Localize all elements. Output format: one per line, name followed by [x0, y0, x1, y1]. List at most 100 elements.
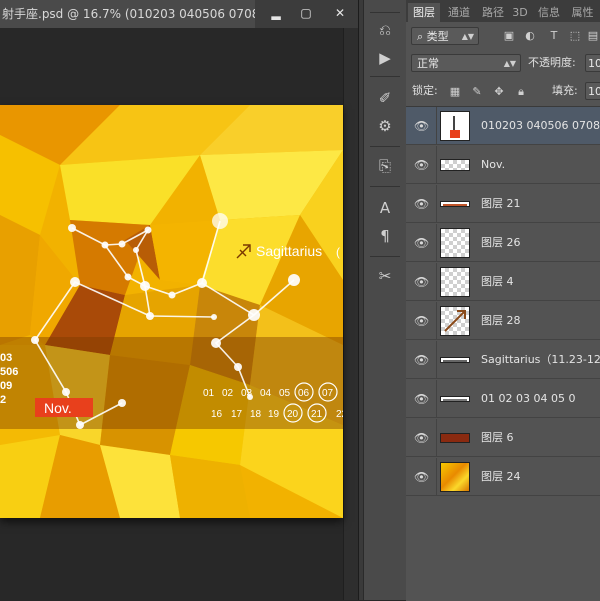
tab-3d[interactable]: 3D: [510, 3, 530, 22]
layer-row[interactable]: 👁︎ 图层 26: [406, 224, 600, 262]
toolbar-divider: [370, 76, 400, 77]
filter-row: ⌕ 类型 ▲▼ ▣ ◐ T ⬚ ▤: [406, 24, 600, 48]
document-tab[interactable]: 射手座.psd @ 16.7% (010203 040506 0708...: [0, 0, 257, 28]
layer-row[interactable]: 👁︎ Nov.: [406, 146, 600, 184]
opacity-label: 不透明度:: [528, 56, 576, 69]
date-cell: 21: [311, 409, 323, 420]
date-cell: 17: [231, 409, 243, 420]
blend-mode-select[interactable]: 正常 ▲▼: [411, 54, 521, 72]
date-cell: 07: [322, 388, 334, 399]
date-cell: 03: [241, 388, 253, 399]
date-cell: 19: [268, 409, 280, 420]
play-icon[interactable]: ▶: [375, 48, 395, 68]
visibility-eye-icon[interactable]: 👁︎: [414, 158, 429, 172]
side-number: 2: [0, 394, 6, 406]
layer-row[interactable]: 👁︎ 图层 28: [406, 302, 600, 340]
layer-thumbnail: [440, 357, 470, 363]
adjustment-filter-icon[interactable]: ◐: [523, 29, 537, 43]
layer-thumbnail: [440, 433, 470, 443]
layer-row[interactable]: 👁︎ 010203 040506 070809 1: [406, 107, 600, 145]
clone-source-icon[interactable]: ⎘: [375, 156, 395, 176]
layer-thumbnail: [440, 201, 470, 207]
layer-row[interactable]: 👁︎ 图层 4: [406, 263, 600, 301]
month-badge-label: Nov.: [44, 400, 72, 416]
date-cell: 04: [260, 388, 272, 399]
tools-icon[interactable]: ✂: [375, 266, 395, 286]
lock-position-icon[interactable]: ✥: [492, 85, 506, 99]
type-filter-icon[interactable]: T: [547, 29, 561, 43]
image-filter-icon[interactable]: ▣: [502, 29, 516, 43]
filter-kind-value: 类型: [426, 30, 449, 43]
side-number: 03: [0, 352, 12, 364]
layer-row[interactable]: 👁︎ 图层 21: [406, 185, 600, 223]
visibility-eye-icon[interactable]: 👁︎: [414, 119, 429, 133]
layer-name: Sagittarius（11.23-12.2: [481, 353, 600, 366]
lock-image-icon[interactable]: ✎: [470, 85, 484, 99]
lock-label: 锁定:: [412, 84, 438, 97]
visibility-eye-icon[interactable]: 👁︎: [414, 392, 429, 406]
close-button[interactable]: ✕: [327, 3, 353, 23]
visibility-eye-icon[interactable]: 👁︎: [414, 197, 429, 211]
layers-panel: 图层 通道 路径 3D 信息 属性 ⌕ 类型 ▲▼ ▣ ◐ T ⬚ ▤ 正常 ▲▼ …: [406, 0, 600, 601]
sign-suffix: (: [336, 245, 340, 259]
date-cell: 01: [203, 388, 215, 399]
smart-object-filter-icon[interactable]: ▤: [586, 29, 600, 43]
maximize-button[interactable]: ▢: [293, 3, 319, 23]
layer-thumbnail: [440, 111, 470, 141]
toolbar-divider: [370, 12, 400, 13]
tab-info[interactable]: 信息: [534, 3, 564, 22]
filter-kind-select[interactable]: ⌕ 类型 ▲▼: [411, 27, 479, 45]
visibility-eye-icon[interactable]: 👁︎: [414, 353, 429, 367]
layer-name: 图层 6: [481, 431, 514, 444]
layer-name: 图层 4: [481, 275, 514, 288]
fill-label: 填充:: [552, 84, 578, 97]
visibility-eye-icon[interactable]: 👁︎: [414, 470, 429, 484]
layer-name: 010203 040506 070809 1: [481, 119, 600, 132]
date-cell: 05: [279, 388, 291, 399]
date-cell: 06: [298, 388, 310, 399]
history-icon[interactable]: ⎌: [375, 20, 395, 40]
vertical-scrollbar[interactable]: [343, 28, 358, 600]
blend-row: 正常 ▲▼ 不透明度: 10: [406, 52, 600, 74]
tab-properties[interactable]: 属性: [567, 3, 598, 22]
tool-presets-icon[interactable]: ⚙: [375, 116, 395, 136]
layers-list: 👁︎ 010203 040506 070809 1 👁︎ Nov. 👁︎ 图层 …: [406, 106, 600, 601]
visibility-eye-icon[interactable]: 👁︎: [414, 314, 429, 328]
lock-transparent-icon[interactable]: ▦: [448, 85, 462, 99]
date-cell: 02: [222, 388, 234, 399]
visibility-eye-icon[interactable]: 👁︎: [414, 275, 429, 289]
date-cell: 20: [287, 409, 299, 420]
layer-name: 图层 28: [481, 314, 521, 327]
tab-channels[interactable]: 通道: [444, 3, 474, 22]
document-area: 射手座.psd @ 16.7% (010203 040506 0708... ▂…: [0, 0, 358, 600]
layer-row[interactable]: 👁︎ 01 02 03 04 05 0: [406, 380, 600, 418]
brush-presets-icon[interactable]: ✐: [375, 88, 395, 108]
visibility-eye-icon[interactable]: 👁︎: [414, 431, 429, 445]
layer-name: 图层 21: [481, 197, 521, 210]
minimize-button[interactable]: ▂: [263, 3, 289, 23]
sign-label: Sagittarius: [256, 243, 322, 259]
character-icon[interactable]: A: [375, 198, 395, 218]
toolbar-divider: [370, 256, 400, 257]
lock-row: 锁定: ▦ ✎ ✥ 🔒︎ 填充: 10: [406, 80, 600, 102]
layer-row[interactable]: 👁︎ 图层 24: [406, 458, 600, 496]
tab-paths[interactable]: 路径: [478, 3, 508, 22]
date-cell: 22: [336, 409, 343, 420]
lock-all-icon[interactable]: 🔒︎: [514, 85, 528, 99]
tab-layers[interactable]: 图层: [408, 3, 440, 22]
shape-filter-icon[interactable]: ⬚: [568, 29, 582, 43]
layer-name: 图层 26: [481, 236, 521, 249]
window-controls: ▂ ▢ ✕: [255, 0, 358, 28]
image-canvas[interactable]: Sagittarius ( 03 506 09 2 Nov. 01 02 03 …: [0, 105, 343, 518]
visibility-eye-icon[interactable]: 👁︎: [414, 236, 429, 250]
date-cell: 16: [211, 409, 223, 420]
artwork: Sagittarius ( 03 506 09 2 Nov. 01 02 03 …: [0, 105, 343, 518]
fill-field[interactable]: 10: [585, 82, 600, 100]
layer-thumbnail: [440, 462, 470, 492]
paragraph-icon[interactable]: ¶: [375, 226, 395, 246]
opacity-field[interactable]: 10: [585, 54, 600, 72]
layer-name: 01 02 03 04 05 0: [481, 392, 576, 405]
layer-row[interactable]: 👁︎ 图层 6: [406, 419, 600, 457]
layer-row[interactable]: 👁︎ Sagittarius（11.23-12.2: [406, 341, 600, 379]
toolbar-divider: [370, 186, 400, 187]
